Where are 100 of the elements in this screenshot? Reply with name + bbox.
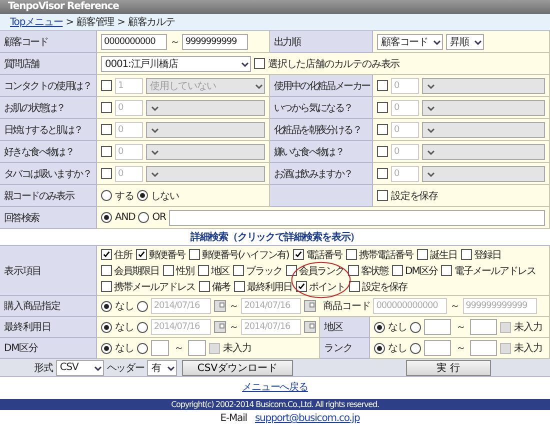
search-field[interactable] <box>168 210 545 226</box>
radio-button[interactable] <box>101 190 112 201</box>
radio-button[interactable] <box>101 342 112 354</box>
sort-field-dropdown[interactable]: 顧客コード <box>377 34 444 50</box>
header-dropdown[interactable]: 有 <box>147 360 178 376</box>
checkbox[interactable] <box>286 265 297 276</box>
radio-button[interactable] <box>136 190 148 201</box>
checkbox-label: 最終利用日 <box>247 280 292 294</box>
radio-button[interactable] <box>136 300 148 312</box>
radio-button[interactable] <box>374 322 385 332</box>
section-heading[interactable]: 詳細検索（クリックで詳細検索を表示） <box>0 229 550 246</box>
count-field[interactable]: 0 <box>391 100 419 116</box>
question-label: 化粧品を朝夜分ける？ <box>270 119 373 141</box>
date-field[interactable]: 2014/07/16 <box>150 298 211 314</box>
input-field[interactable]: 0000000000 <box>101 34 167 50</box>
date-field[interactable]: 2014/07/16 <box>241 319 302 335</box>
calendar-icon[interactable] <box>214 321 226 333</box>
field-label: ヘッダー <box>106 362 144 374</box>
checkbox[interactable] <box>209 342 220 354</box>
checkbox[interactable] <box>101 102 112 113</box>
input-field[interactable]: 9999999999 <box>182 34 248 50</box>
checkbox[interactable] <box>441 265 452 276</box>
count-field[interactable]: 0 <box>115 100 143 116</box>
product-code-field[interactable]: 999999999999 <box>462 298 537 314</box>
checkbox[interactable] <box>101 281 112 292</box>
checkbox[interactable] <box>377 190 388 201</box>
field-label: 最終利用日 <box>0 317 97 338</box>
count-field[interactable]: 0 <box>391 166 419 182</box>
breadcrumb-link[interactable]: Topメニュー <box>10 15 63 29</box>
count-field[interactable]: 1 <box>115 78 143 94</box>
checkbox[interactable] <box>392 265 403 276</box>
run-button[interactable]: 実 行 <box>406 360 491 376</box>
input-field[interactable] <box>424 340 451 356</box>
input-field[interactable] <box>150 340 169 356</box>
back-link[interactable]: メニューへ戻る <box>242 380 308 394</box>
email-link[interactable]: support@busicom.co.jp <box>254 413 360 424</box>
checkbox[interactable] <box>254 58 265 69</box>
checkbox[interactable] <box>460 249 472 260</box>
input-field[interactable] <box>470 319 498 335</box>
checkbox[interactable] <box>233 265 244 276</box>
radio-button[interactable] <box>101 300 112 312</box>
checkbox[interactable] <box>101 249 112 260</box>
checkbox[interactable] <box>101 168 112 179</box>
checkbox[interactable] <box>198 265 209 276</box>
checkbox[interactable] <box>348 265 359 276</box>
radio-button[interactable] <box>136 342 148 354</box>
radio-button[interactable] <box>136 322 148 332</box>
checkbox[interactable] <box>377 146 388 157</box>
checkbox[interactable] <box>346 249 357 260</box>
csv-download-button[interactable]: CSVダウンロード <box>182 360 293 376</box>
checkbox[interactable] <box>101 124 112 135</box>
answer-dropdown[interactable]: 使用していない <box>146 78 265 94</box>
checkbox[interactable] <box>163 265 174 276</box>
count-field[interactable]: 0 <box>391 122 419 138</box>
sort-direction-dropdown[interactable]: 昇順 <box>446 34 484 50</box>
checkbox[interactable] <box>101 265 112 276</box>
calendar-icon[interactable] <box>304 321 316 333</box>
checkbox[interactable] <box>136 249 147 260</box>
radio-button[interactable] <box>101 212 112 223</box>
input-field[interactable] <box>470 340 498 356</box>
question-label: お酒は飲みますか？ <box>270 163 373 185</box>
count-field[interactable]: 0 <box>115 144 143 160</box>
count-field[interactable]: 0 <box>391 78 419 94</box>
radio-button[interactable] <box>410 342 421 354</box>
checkbox[interactable] <box>377 168 388 179</box>
radio-button[interactable] <box>101 322 112 332</box>
radio-button[interactable] <box>410 322 421 332</box>
range-separator: ～ <box>456 321 466 334</box>
checkbox[interactable] <box>189 249 200 260</box>
date-field[interactable]: 2014/07/16 <box>241 298 302 314</box>
checkbox[interactable] <box>377 124 388 135</box>
count-field[interactable]: 0 <box>115 122 143 138</box>
checkbox[interactable] <box>101 80 112 91</box>
checkbox[interactable] <box>377 102 388 113</box>
input-field[interactable] <box>188 340 206 356</box>
radio-button[interactable] <box>138 212 150 223</box>
date-field[interactable]: 2014/07/16 <box>150 319 211 335</box>
checkbox[interactable] <box>416 249 428 260</box>
range-separator: ～ <box>450 300 460 313</box>
store-dropdown[interactable]: 0001:江戸川橋店 <box>101 56 251 72</box>
checkbox[interactable] <box>377 80 388 91</box>
checkbox[interactable] <box>296 281 307 292</box>
range-separator: ～ <box>228 321 238 334</box>
format-dropdown[interactable]: CSV <box>56 360 104 376</box>
checkbox[interactable] <box>199 281 210 292</box>
calendar-icon[interactable] <box>214 300 226 312</box>
checkbox[interactable] <box>349 281 360 292</box>
checkbox[interactable] <box>292 249 304 260</box>
checkbox-label: 携帯電話番号 <box>358 248 413 262</box>
checkbox[interactable] <box>500 322 512 332</box>
count-field[interactable]: 0 <box>115 166 143 182</box>
input-field[interactable] <box>424 319 451 335</box>
checkbox-label: 電子メールアドレス <box>454 264 536 278</box>
checkbox[interactable] <box>101 146 112 157</box>
calendar-icon[interactable] <box>304 300 316 312</box>
count-field[interactable]: 0 <box>391 144 419 160</box>
checkbox[interactable] <box>234 281 245 292</box>
checkbox[interactable] <box>500 342 512 354</box>
product-code-field[interactable]: 000000000000 <box>373 298 448 314</box>
radio-button[interactable] <box>374 342 385 354</box>
